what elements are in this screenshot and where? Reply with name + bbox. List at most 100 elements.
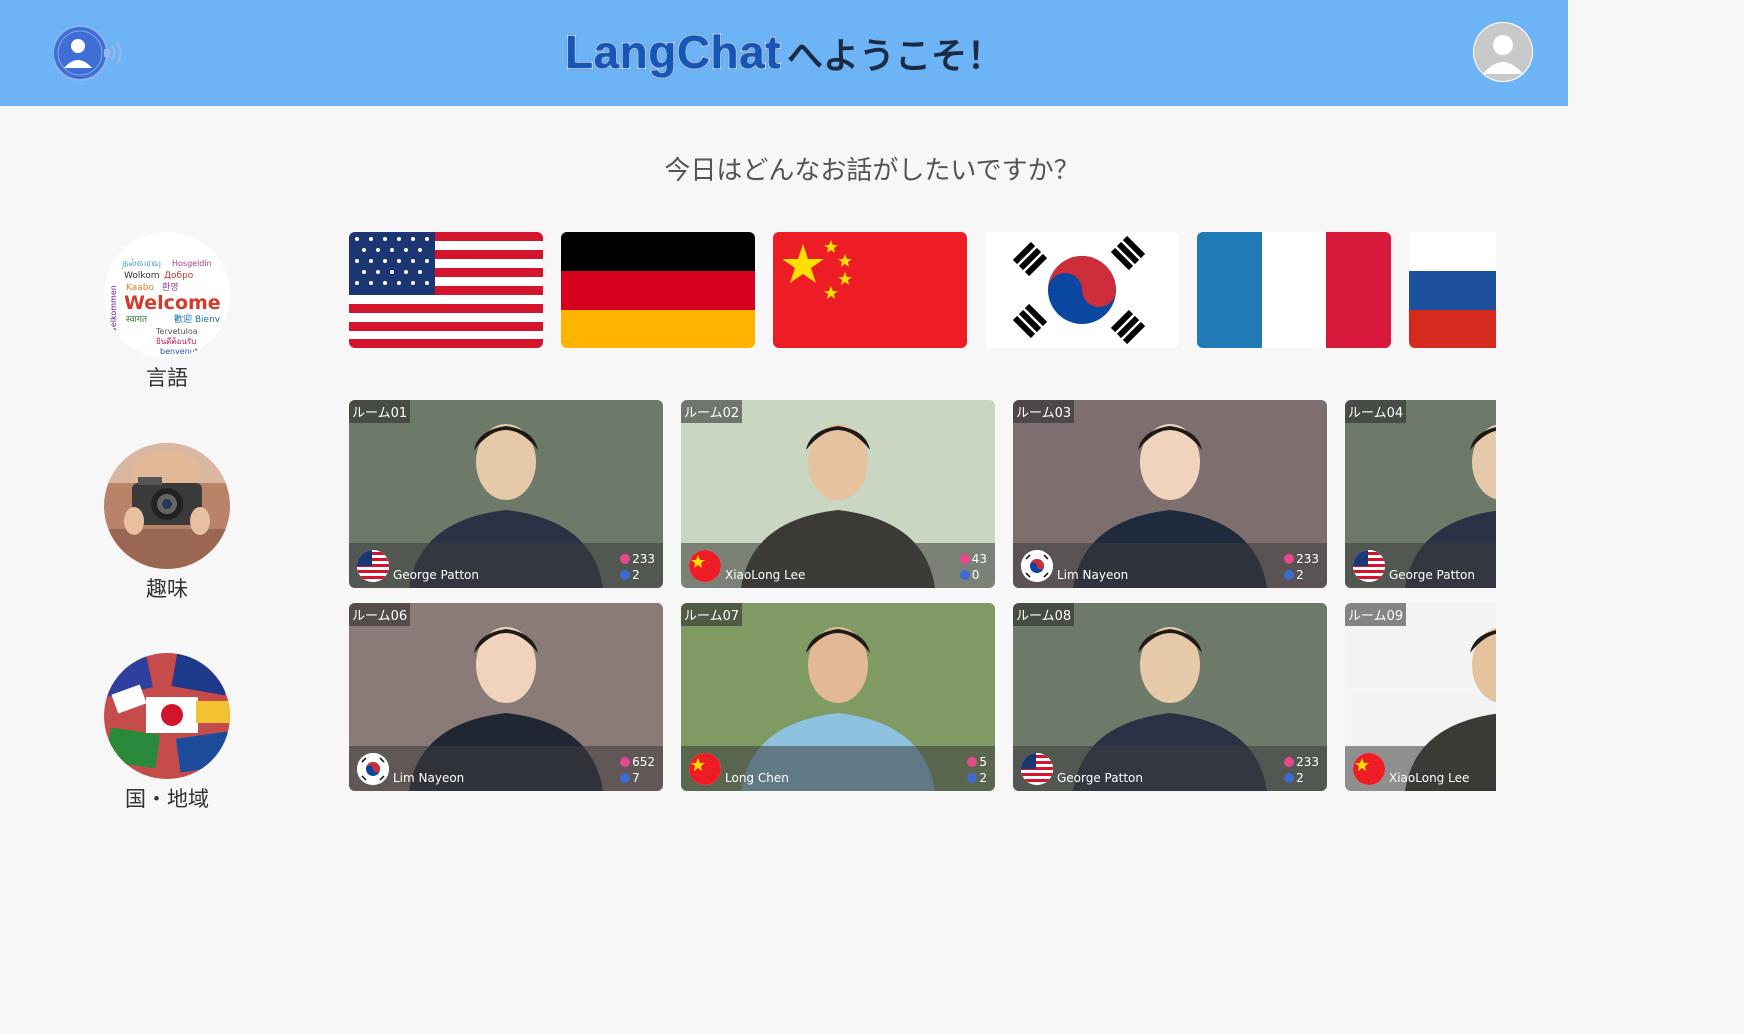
room-host-name: Lim Nayeon (1057, 568, 1129, 582)
room-stats: 233 2 (1284, 551, 1319, 583)
members-count: 7 (620, 770, 655, 786)
category-country[interactable]: 国・地域 (104, 653, 230, 813)
svg-text:歡迎 Bienv: 歡迎 Bienv (174, 313, 221, 325)
room-stats: 652 7 (620, 754, 655, 786)
svg-text:Tervetuloa: Tervetuloa (155, 327, 198, 336)
heart-face-icon (1284, 757, 1295, 767)
room-number: ルーム09 (1345, 603, 1407, 626)
category-hobby[interactable]: 趣味 (104, 443, 230, 603)
room-stats: 43 0 (959, 551, 987, 583)
member-face-icon (967, 773, 978, 783)
likes-count: 43 (959, 551, 987, 567)
room-host-name: Lim Nayeon (393, 771, 465, 785)
room-card[interactable]: ルーム01 George Patton 233 2 (349, 400, 663, 588)
svg-text:Hosgeldin: Hosgeldin (172, 259, 212, 268)
room-number: ルーム07 (681, 603, 743, 626)
svg-text:நல்வரவு: நல்வரவு (122, 258, 161, 269)
user-avatar-icon[interactable] (1473, 22, 1533, 82)
room-stats: 233 2 (620, 551, 655, 583)
room-number: ルーム08 (1013, 603, 1075, 626)
room-card[interactable]: ルーム06 Lim Nayeon 652 7 (349, 603, 663, 791)
korea-flag-icon (1021, 550, 1053, 582)
heart-face-icon (959, 554, 970, 564)
members-count: 2 (1284, 567, 1319, 583)
room-number: ルーム01 (349, 400, 411, 423)
welcome-words-icon: நல்வரவு Hosgeldin Wolkom Добро Kaabo 환영 … (104, 232, 230, 358)
prompt-question: 今日はどんなお話がしたいですか？ (664, 156, 1080, 186)
likes-count: 5 (967, 754, 987, 770)
room-number: ルーム02 (681, 400, 743, 423)
room-info-bar: Lim Nayeon 652 7 (349, 746, 663, 791)
members-count: 2 (1284, 770, 1319, 786)
china-flag-icon (689, 550, 721, 582)
member-face-icon (1284, 570, 1295, 580)
france-flag[interactable] (1197, 232, 1391, 348)
header: LangChat へようこそ！ (0, 0, 1568, 106)
camera-hobby-icon (104, 443, 230, 569)
title-suffix: へようこそ！ (787, 36, 1004, 77)
svg-text:Wolkom: Wolkom (124, 271, 160, 281)
category-language[interactable]: நல்வரவு Hosgeldin Wolkom Добро Kaabo 환영 … (104, 232, 230, 392)
room-card[interactable]: ルーム02 XiaoLong Lee 43 0 (681, 400, 995, 588)
member-face-icon (620, 570, 631, 580)
room-host-name: George Patton (1057, 771, 1143, 785)
member-face-icon (959, 570, 970, 580)
room-number: ルーム03 (1013, 400, 1075, 423)
room-info-bar: George Patton (1345, 543, 1496, 588)
china-flag-icon (1353, 753, 1385, 785)
room-host-name: Long Chen (725, 771, 789, 785)
likes-count: 233 (1284, 551, 1319, 567)
heart-face-icon (620, 757, 631, 767)
korea-flag[interactable] (985, 232, 1179, 348)
svg-text:benvenuto: benvenuto (160, 347, 203, 356)
room-host-name: George Patton (1389, 568, 1475, 582)
members-count: 0 (959, 567, 987, 583)
room-grid: ルーム01 George Patton 233 2 ルーム02 XiaoLong Lee 4… (349, 400, 1496, 800)
heart-face-icon (967, 757, 978, 767)
heart-face-icon (1284, 554, 1295, 564)
room-stats: 52 (967, 754, 987, 786)
svg-text:Velkommen: Velkommen (109, 285, 118, 332)
room-number: ルーム04 (1345, 400, 1407, 423)
svg-text:ยินดีต้อนรับ: ยินดีต้อนรับ (156, 337, 197, 346)
room-host-name: George Patton (393, 568, 479, 582)
room-card[interactable]: ルーム04 George Patton (1345, 400, 1496, 588)
member-face-icon (620, 773, 631, 783)
germany-flag[interactable] (561, 232, 755, 348)
usa-flag-icon (1353, 550, 1385, 582)
category-label: 国・地域 (125, 787, 209, 811)
page-title: LangChat へようこそ！ (0, 22, 1568, 93)
category-label: 趣味 (146, 577, 188, 601)
usa-flag-icon (1021, 753, 1053, 785)
member-face-icon (1284, 773, 1295, 783)
korea-flag-icon (357, 753, 389, 785)
room-info-bar: George Patton 233 2 (349, 543, 663, 588)
heart-face-icon (620, 554, 631, 564)
world-flags-icon (104, 653, 230, 779)
usa-flag-icon (357, 550, 389, 582)
room-info-bar: Lim Nayeon 233 2 (1013, 543, 1327, 588)
russia-flag[interactable] (1409, 232, 1496, 348)
likes-count: 652 (620, 754, 655, 770)
china-flag-icon (689, 753, 721, 785)
room-card[interactable]: ルーム09 XiaoLong Lee (1345, 603, 1496, 791)
members-count: 2 (967, 770, 987, 786)
brand-name: LangChat (564, 25, 782, 79)
room-info-bar: Long Chen 5 2 (681, 746, 995, 791)
language-flag-row (349, 232, 1496, 349)
room-host-name: XiaoLong Lee (725, 568, 806, 582)
room-host-name: XiaoLong Lee (1389, 771, 1470, 785)
svg-text:Добро: Добро (164, 271, 194, 281)
category-label: 言語 (146, 366, 188, 390)
china-flag[interactable] (773, 232, 967, 348)
room-card[interactable]: ルーム07 Long Chen 5 2 (681, 603, 995, 791)
members-count: 2 (620, 567, 655, 583)
room-card[interactable]: ルーム03 Lim Nayeon 233 2 (1013, 400, 1327, 588)
usa-flag[interactable] (349, 232, 543, 348)
likes-count: 233 (1284, 754, 1319, 770)
svg-text:Welcome: Welcome (124, 292, 221, 314)
room-number: ルーム06 (349, 603, 411, 626)
room-info-bar: XiaoLong Lee 43 0 (681, 543, 995, 588)
room-stats: 233 2 (1284, 754, 1319, 786)
room-card[interactable]: ルーム08 George Patton 233 2 (1013, 603, 1327, 791)
